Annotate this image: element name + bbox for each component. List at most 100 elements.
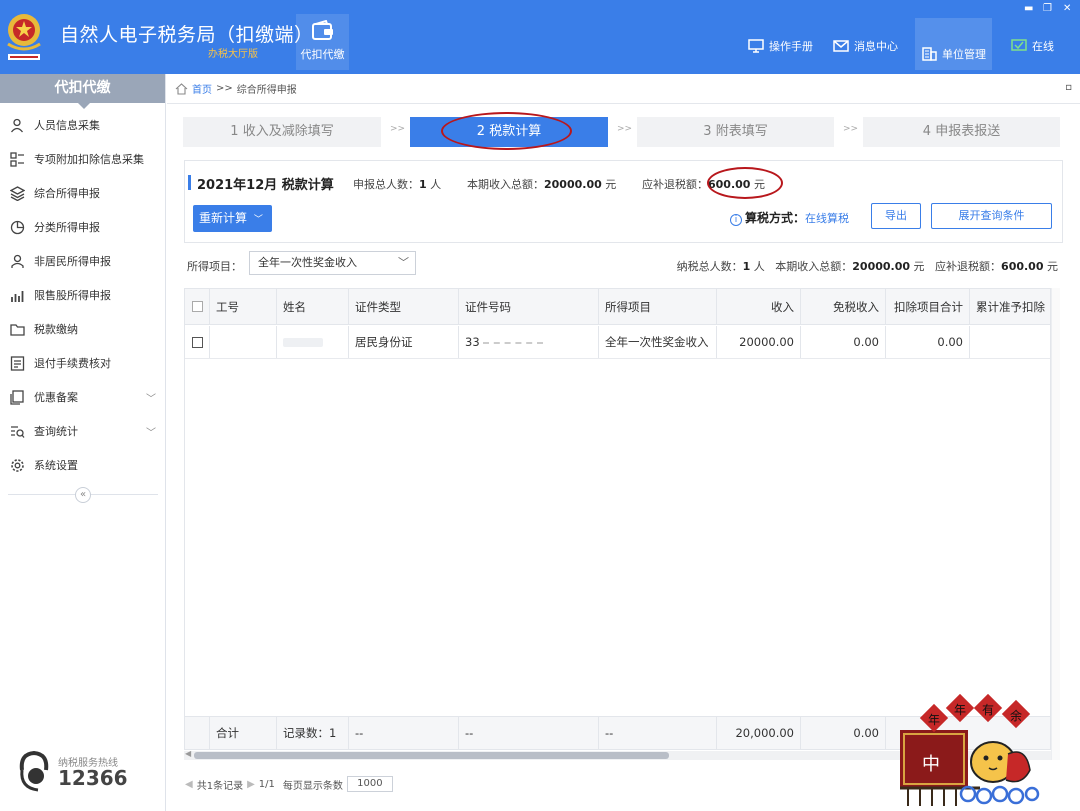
new-year-mascot-decoration: 中 年 年 有 余 (900, 694, 1040, 806)
sidebar-item-nonresident-income[interactable]: 非居民所得申报 (0, 246, 166, 276)
step-attachments[interactable]: 3 附表填写 (637, 117, 834, 147)
total-records: 共1条记录 (196, 780, 244, 792)
select-all-checkbox[interactable] (191, 301, 203, 312)
close-tab-button[interactable]: ▫ (1065, 82, 1072, 93)
close-window-button[interactable]: ✕ (1063, 3, 1071, 14)
cell-employee-no (210, 326, 277, 358)
scroll-left-icon[interactable]: ◀ (185, 749, 191, 758)
col-header[interactable]: 收入 (717, 289, 801, 324)
breadcrumb-separator: >> (216, 83, 233, 94)
gear-icon (11, 458, 24, 472)
sidebar-item-comprehensive-income[interactable]: 综合所得申报 (0, 178, 166, 208)
sidebar-item-label: 退付手续费核对 (34, 357, 111, 370)
mail-icon (833, 40, 849, 52)
breadcrumb: 首页 >> 综合所得申报 ▫ (167, 74, 1080, 104)
person-outline-icon (11, 254, 24, 268)
nav-manual[interactable]: 操作手册 (748, 38, 813, 54)
footer-blank (185, 717, 210, 749)
income-item-value: 全年一次性奖金收入 (258, 256, 357, 269)
select-all-cell[interactable] (185, 289, 210, 324)
calc-mode-label: 算税方式： (745, 211, 806, 225)
col-header[interactable]: 姓名 (277, 289, 349, 324)
sidebar-item-label: 人员信息采集 (34, 119, 100, 132)
panel-accent-bar (188, 175, 191, 190)
maximize-button[interactable]: ❐ (1043, 3, 1052, 14)
recalculate-button[interactable]: 重新计算 ﹀ (193, 205, 272, 232)
wallet-icon (311, 20, 333, 40)
calc-mode-link[interactable]: 在线算税 (805, 212, 849, 225)
row-select-cell[interactable] (185, 326, 210, 358)
cell-tax-free: 0.00 (801, 326, 886, 358)
step-income-entry[interactable]: 1 收入及减除填写 (183, 117, 381, 147)
sidebar-item-label: 综合所得申报 (34, 187, 100, 200)
step-submit-report[interactable]: 4 申报表报送 (863, 117, 1060, 147)
sidebar-item-system-settings[interactable]: 系统设置 (0, 450, 166, 480)
sidebar-item-preferential-filing[interactable]: 优惠备案 ﹀ (0, 382, 166, 412)
info-icon: i (730, 214, 742, 226)
sidebar-item-query-stats[interactable]: 查询统计 ﹀ (0, 416, 166, 446)
chevron-down-icon: ﹀ (253, 215, 263, 225)
layers-icon (10, 185, 25, 201)
summary-value: 600.00 (1001, 260, 1044, 273)
sidebar-item-fee-check[interactable]: 退付手续费核对 (0, 348, 166, 378)
table-row[interactable]: 居民身份证 33 全年一次性奖金收入 20000.00 0.00 0.00 (185, 326, 1050, 359)
sidebar-item-restricted-stock[interactable]: 限售股所得申报 (0, 280, 166, 310)
breadcrumb-home-link[interactable]: 首页 (192, 81, 212, 96)
footer-cell: -- (459, 717, 599, 749)
app-title: 自然人电子税务局（扣缴端） (60, 24, 314, 46)
banner-char: 余 (1010, 708, 1022, 723)
table-header: 工号 姓名 证件类型 证件号码 所得项目 收入 免税收入 扣除项目合计 累计准予… (185, 289, 1050, 325)
copy-icon (10, 389, 24, 405)
per-page-input[interactable]: 1000 (346, 776, 393, 792)
income-item-select[interactable]: 全年一次性奖金收入 ﹀ (249, 251, 416, 275)
collapse-sidebar-button[interactable]: « (75, 487, 91, 503)
expand-query-button[interactable]: 展开查询条件 (931, 203, 1052, 229)
col-header[interactable]: 证件类型 (349, 289, 459, 324)
stat-label: 本期收入总额： (467, 178, 544, 191)
col-header[interactable]: 累计准予扣除 (970, 289, 1050, 324)
stat-unit: 元 (605, 178, 617, 191)
col-header[interactable]: 证件号码 (459, 289, 599, 324)
footer-cell: -- (599, 717, 717, 749)
scrollbar-thumb[interactable] (194, 752, 669, 759)
summary-unit: 元 (913, 260, 925, 273)
grid-list-icon (10, 151, 24, 167)
sidebar-item-special-deduction[interactable]: 专项附加扣除信息采集 (0, 144, 166, 174)
step-arrow: >> (617, 124, 633, 134)
summary-value: 1 (742, 260, 751, 273)
search-list-icon (11, 425, 25, 438)
footer-total-label: 合计 (210, 717, 277, 749)
pagination: ◀ 共1条记录 ▶ 1/1 每页显示条数 1000 (185, 776, 393, 792)
cell-deduction-total: 0.00 (886, 326, 970, 358)
pie-icon (10, 220, 25, 234)
row-checkbox[interactable] (191, 336, 203, 348)
col-header[interactable]: 所得项目 (599, 289, 717, 324)
page-indicator: 1/1 (258, 778, 275, 790)
prev-page-icon[interactable]: ◀ (185, 779, 193, 790)
hotline-number: 12366 (58, 766, 128, 790)
bar-chart-icon (11, 290, 24, 302)
sidebar-item-person-info[interactable]: 人员信息采集 (0, 110, 166, 140)
nav-messages[interactable]: 消息中心 (833, 38, 898, 54)
period-income-stat: 本期收入总额：20000.00 元 (467, 176, 616, 192)
per-page-label: 每页显示条数 (282, 780, 343, 792)
calc-mode: i 算税方式：在线算税 (730, 209, 849, 226)
sidebar-item-tax-payment[interactable]: 税款缴纳 (0, 314, 166, 344)
top-tab-withholding[interactable]: 代扣代缴 (296, 14, 349, 70)
headset-icon (19, 750, 49, 792)
list-icon (10, 355, 25, 371)
col-header[interactable]: 工号 (210, 289, 277, 324)
minimize-button[interactable]: ▬ (1024, 3, 1033, 14)
banner-char: 有 (982, 703, 994, 717)
vertical-scrollbar[interactable] (1051, 288, 1060, 760)
next-page-icon[interactable]: ▶ (247, 779, 255, 790)
col-header[interactable]: 扣除项目合计 (886, 289, 970, 324)
sidebar-item-classified-income[interactable]: 分类所得申报 (0, 212, 166, 242)
stat-value: 20000.00 (544, 178, 602, 191)
nav-online[interactable]: 在线 (1011, 38, 1054, 54)
nav-unit-management[interactable]: 单位管理 (915, 18, 992, 70)
col-header[interactable]: 免税收入 (801, 289, 886, 324)
export-button[interactable]: 导出 (871, 203, 921, 229)
sidebar-item-label: 查询统计 (34, 425, 78, 438)
footer-cell: -- (349, 717, 459, 749)
